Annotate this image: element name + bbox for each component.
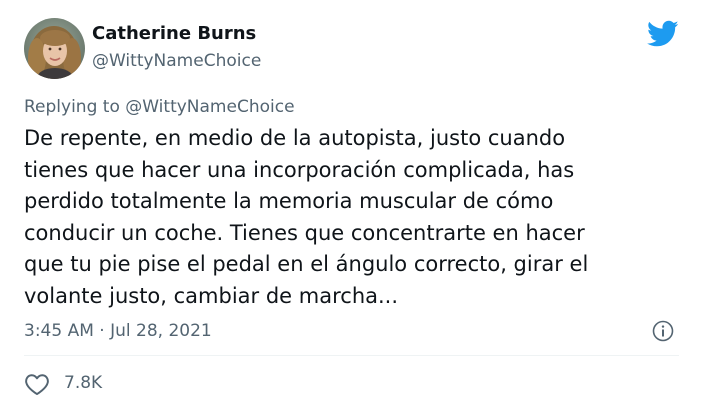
display-name[interactable]: Catherine Burns [92, 23, 256, 45]
tweet-text: De repente, en medio de la autopista, ju… [24, 123, 664, 313]
like-count: 7.8K [64, 373, 103, 393]
avatar-image [24, 18, 85, 79]
info-icon[interactable] [651, 319, 675, 343]
tweet-line: conducir un coche. Tienes que concentrar… [24, 220, 585, 245]
replying-prefix: Replying to [24, 97, 126, 117]
tweet-card: Catherine Burns @WittyNameChoice Replyin… [0, 0, 701, 412]
tweet-line: tienes que hacer una incorporación compl… [24, 157, 575, 182]
replying-to: Replying to @WittyNameChoice [24, 96, 295, 118]
tweet-line: que tu pie pise el pedal en el ángulo co… [24, 252, 589, 277]
tweet-line: volante justo, cambiar de marcha... [24, 283, 399, 308]
tweet-line: perdido totalmente la memoria muscular d… [24, 189, 554, 214]
avatar[interactable] [24, 18, 85, 79]
heart-icon[interactable] [24, 372, 50, 396]
twitter-bird-icon[interactable] [647, 20, 679, 48]
tweet-line: De repente, en medio de la autopista, ju… [24, 126, 566, 150]
divider [24, 355, 679, 356]
user-handle[interactable]: @WittyNameChoice [92, 50, 261, 72]
meta-row: 3:45 AM · Jul 28, 2021 [24, 319, 679, 343]
reply-mention-link[interactable]: @WittyNameChoice [125, 97, 294, 117]
timestamp-link[interactable]: 3:45 AM · Jul 28, 2021 [24, 320, 212, 342]
